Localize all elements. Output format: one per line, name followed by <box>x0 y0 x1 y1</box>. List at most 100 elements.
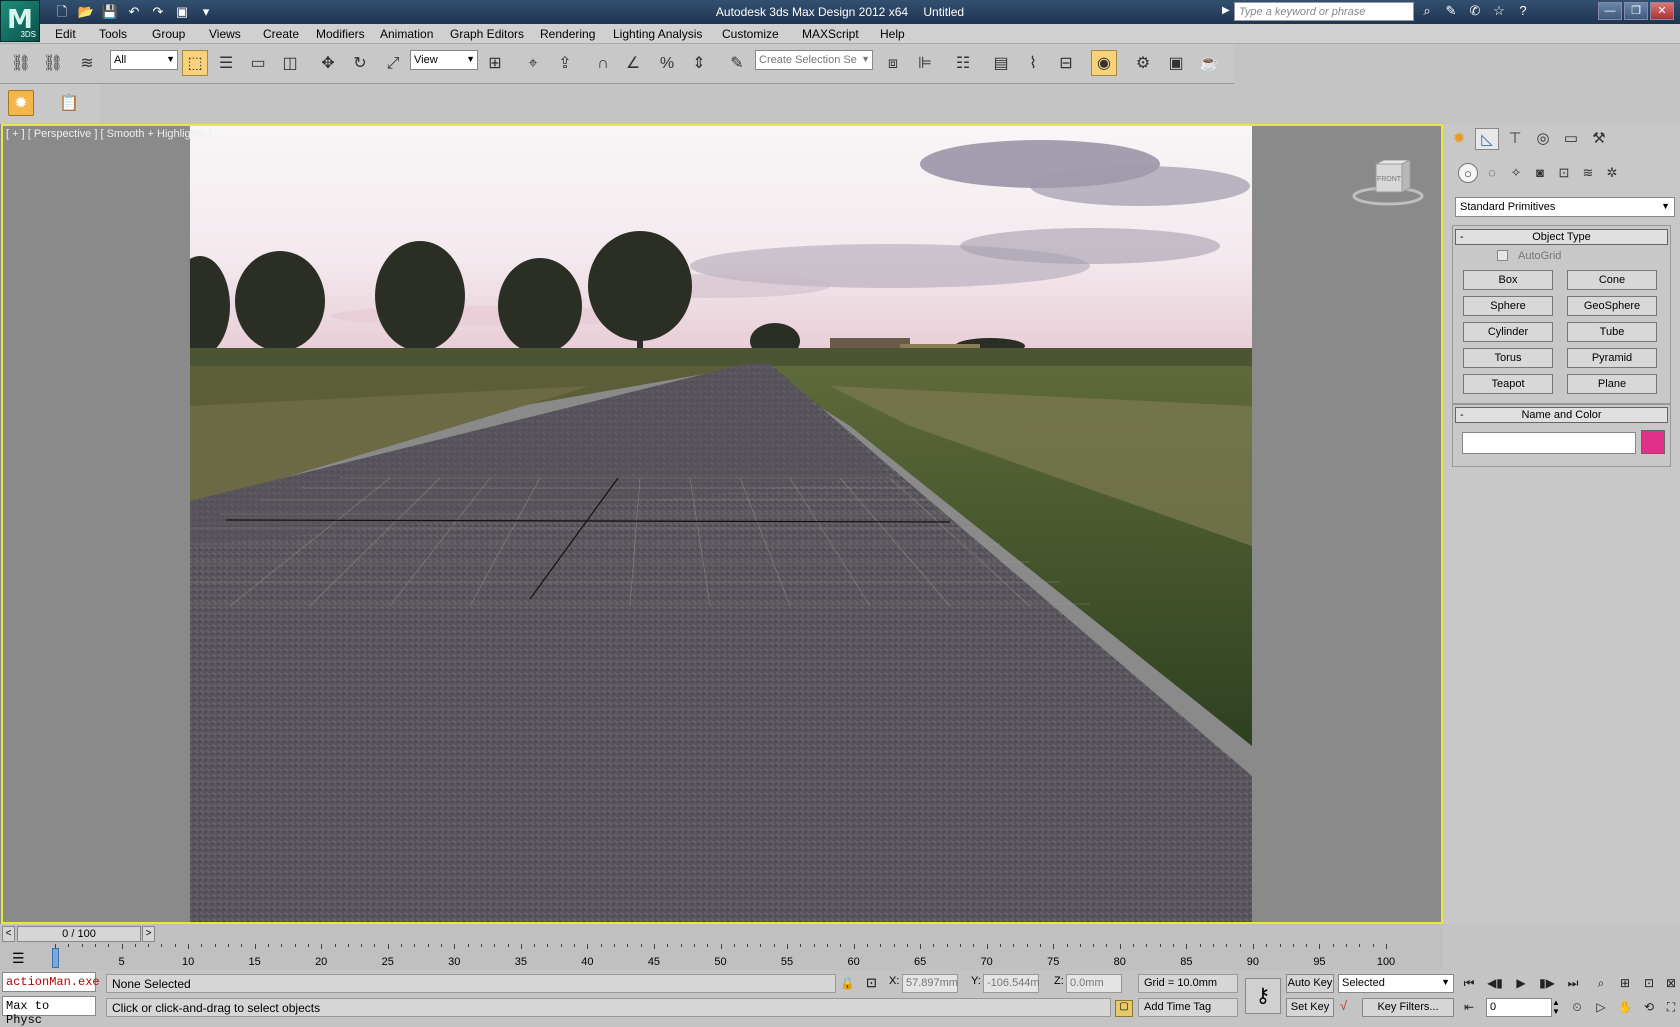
render-setup-icon[interactable]: ⚙ <box>1130 50 1156 76</box>
application-button[interactable]: M 3DS <box>0 0 40 42</box>
cylinder-button[interactable]: Cylinder <box>1463 322 1553 342</box>
zoom-extents-all-icon[interactable]: ⊠ <box>1660 974 1680 993</box>
selection-lock-icon[interactable]: 🔒 <box>840 976 855 990</box>
select-by-name-icon[interactable]: ☰ <box>213 50 239 76</box>
menu-rendering[interactable]: Rendering <box>540 27 595 41</box>
geometry-icon[interactable]: ○ <box>1458 163 1478 183</box>
zoom-extents-icon[interactable]: ⊡ <box>1638 974 1660 993</box>
window-crossing-icon[interactable]: ◫ <box>277 50 303 76</box>
teapot-button[interactable]: Teapot <box>1463 374 1553 394</box>
menu-edit[interactable]: Edit <box>55 27 76 41</box>
auto-key-button[interactable]: Auto Key <box>1286 974 1334 993</box>
modify-tab-icon[interactable]: ◺ <box>1475 128 1499 150</box>
next-frame-arrow-icon[interactable]: > <box>142 926 155 942</box>
menu-tools[interactable]: Tools <box>99 27 127 41</box>
object-type-rollout-header[interactable]: - Object Type <box>1455 229 1668 245</box>
key-mode-dropdown[interactable]: Selected ▼ <box>1338 974 1454 993</box>
select-and-scale-icon[interactable]: ⤢ <box>380 50 406 76</box>
reference-coordinate-dropdown[interactable]: View ▼ <box>410 50 478 70</box>
menu-help[interactable]: Help <box>880 27 905 41</box>
go-to-end-icon[interactable]: ⏭ <box>1562 974 1584 993</box>
clipboard-icon[interactable]: 📋 <box>56 90 82 116</box>
viewport-label-menu[interactable]: [ + ] [ Perspective ] [ Smooth + Highlig… <box>6 128 211 140</box>
mini-curve-editor-icon[interactable]: ☰ <box>12 950 25 967</box>
go-to-start-icon[interactable]: ⏮ <box>1458 974 1480 993</box>
create-tab-icon[interactable]: ✹ <box>1447 128 1471 150</box>
absolute-mode-transform-icon[interactable]: ⊡ <box>866 975 877 991</box>
zoom-all-icon[interactable]: ⊞ <box>1614 974 1636 993</box>
named-selection-dropdown[interactable]: Create Selection Se ▼ <box>755 50 873 70</box>
time-slider-thumb[interactable]: 0 / 100 <box>17 926 141 942</box>
current-frame-field[interactable]: 0 <box>1486 998 1552 1017</box>
y-coordinate-field[interactable]: -106.544m <box>983 974 1040 993</box>
track-bar[interactable]: ☰ 05101520253035404550556065707580859095… <box>0 944 1443 970</box>
cone-button[interactable]: Cone <box>1567 270 1657 290</box>
object-name-field[interactable] <box>1462 432 1636 454</box>
sphere-button[interactable]: Sphere <box>1463 296 1553 316</box>
binoculars-icon[interactable]: ⌕ <box>1418 3 1436 21</box>
utilities-tab-icon[interactable]: ⚒ <box>1587 128 1611 150</box>
set-key-icon[interactable]: ⚷ <box>1245 978 1281 1014</box>
maxscript-listener-output[interactable]: actionMan.exe <box>2 972 100 992</box>
daylight-icon[interactable]: ✹ <box>8 90 34 116</box>
render-production-icon[interactable]: ☕ <box>1196 50 1222 76</box>
material-editor-icon[interactable]: ◉ <box>1091 50 1117 76</box>
primitive-category-dropdown[interactable]: Standard Primitives ▼ <box>1455 197 1675 217</box>
menu-customize[interactable]: Customize <box>722 27 779 41</box>
key-mode-toggle-icon[interactable]: ⇤ <box>1458 998 1480 1017</box>
select-and-link-icon[interactable]: ⛓ <box>8 50 34 76</box>
helpers-icon[interactable]: ⊡ <box>1554 163 1574 183</box>
object-color-swatch[interactable] <box>1641 430 1665 454</box>
select-and-manipulate-icon[interactable]: ⌖ <box>520 50 546 76</box>
space-warps-icon[interactable]: ≋ <box>1578 163 1598 183</box>
frame-spinner-icon[interactable]: ▲ ▼ <box>1552 998 1560 1016</box>
align-icon[interactable]: ⊫ <box>912 50 938 76</box>
scene-explorer-icon[interactable]: ▤ <box>988 50 1014 76</box>
set-key-button[interactable]: Set Key <box>1286 998 1334 1017</box>
pan-view-icon[interactable]: ✋ <box>1614 998 1636 1017</box>
previous-frame-icon[interactable]: ◀▮ <box>1484 974 1506 993</box>
play-icon[interactable]: ▶ <box>1510 974 1532 993</box>
menu-views[interactable]: Views <box>209 27 241 41</box>
snaps-toggle-icon[interactable]: ∩ <box>590 50 616 76</box>
edit-named-selection-icon[interactable]: ✎ <box>724 50 750 76</box>
layer-manager-icon[interactable]: ☷ <box>950 50 976 76</box>
maxscript-listener-input[interactable]: Max to Physc <box>2 996 96 1027</box>
menu-group[interactable]: Group <box>152 27 185 41</box>
name-and-color-rollout-header[interactable]: - Name and Color <box>1455 407 1668 423</box>
bind-to-space-warp-icon[interactable]: ≋ <box>74 50 100 76</box>
lights-icon[interactable]: ✧ <box>1506 163 1526 183</box>
menu-create[interactable]: Create <box>263 27 299 41</box>
rectangular-selection-icon[interactable]: ▭ <box>245 50 271 76</box>
display-tab-icon[interactable]: ▭ <box>1559 128 1583 150</box>
next-frame-icon[interactable]: ▮▶ <box>1536 974 1558 993</box>
previous-frame-arrow-icon[interactable]: < <box>2 926 15 942</box>
viewcube[interactable]: FRONT <box>1352 159 1424 208</box>
select-and-move-icon[interactable]: ✥ <box>315 50 341 76</box>
favorites-star-icon[interactable]: ☆ <box>1490 3 1508 21</box>
close-button[interactable]: ✕ <box>1650 2 1674 20</box>
field-of-view-icon[interactable]: ▷ <box>1590 998 1612 1017</box>
infocenter-toggle-icon[interactable]: ▶ <box>1222 5 1230 16</box>
plane-button[interactable]: Plane <box>1567 374 1657 394</box>
minimize-button[interactable]: — <box>1598 2 1622 20</box>
pivot-center-icon[interactable]: ⊞ <box>482 50 508 76</box>
selection-filter-dropdown[interactable]: All ▼ <box>110 50 178 70</box>
time-tag-icon[interactable]: ▢ <box>1115 1000 1133 1017</box>
default-in-out-tangent-icon[interactable]: √ <box>1340 998 1347 1013</box>
spinner-snap-icon[interactable]: ⇕ <box>686 50 712 76</box>
x-coordinate-field[interactable]: 57.897mm <box>902 974 958 993</box>
zoom-icon[interactable]: ⌕ <box>1590 974 1612 993</box>
maximize-viewport-icon[interactable]: ⛶ <box>1660 998 1680 1017</box>
torus-button[interactable]: Torus <box>1463 348 1553 368</box>
menu-graph-editors[interactable]: Graph Editors <box>450 27 524 41</box>
add-time-tag-button[interactable]: Add Time Tag <box>1138 998 1238 1017</box>
communication-center-icon[interactable]: ✆ <box>1466 3 1484 21</box>
search-input[interactable]: Type a keyword or phrase <box>1234 2 1414 21</box>
percent-snap-icon[interactable]: % <box>654 50 680 76</box>
motion-tab-icon[interactable]: ◎ <box>1531 128 1555 150</box>
menu-lighting-analysis[interactable]: Lighting Analysis <box>613 27 702 41</box>
unlink-selection-icon[interactable]: ⛓ <box>40 50 66 76</box>
z-coordinate-field[interactable]: 0.0mm <box>1066 974 1122 993</box>
key-filters-button[interactable]: Key Filters... <box>1362 998 1454 1017</box>
